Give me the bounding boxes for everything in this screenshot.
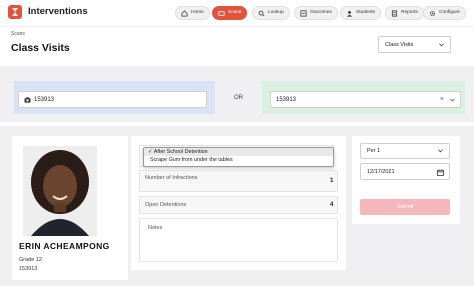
student-id-input[interactable]: 153913: [18, 91, 207, 108]
student-grade: Grade 12: [19, 257, 42, 263]
nav-lookup[interactable]: Lookup: [252, 6, 290, 20]
breadcrumb[interactable]: Scans: [11, 31, 25, 37]
date-input[interactable]: 12/17/2021: [360, 163, 450, 180]
app-logo-icon: [8, 5, 22, 19]
chevron-down-icon: [439, 42, 444, 46]
chevron-down-icon[interactable]: [450, 98, 455, 102]
nav-lookup-label: Lookup: [268, 10, 284, 15]
scan-icon: [218, 10, 225, 16]
home-icon: [181, 9, 188, 17]
nav-home[interactable]: Home: [175, 6, 210, 20]
page-title: Class Visits: [11, 42, 70, 54]
app-title: Interventions: [28, 6, 88, 17]
students-icon: [346, 10, 353, 17]
nav-reports-label: Reports: [401, 10, 418, 15]
calendar-icon[interactable]: [437, 169, 444, 176]
infractions-label: Number of Infractions: [145, 175, 198, 181]
student-select-value: 153913: [276, 96, 297, 103]
intervention-options-list[interactable]: ✓ After School Detention Scrape Gum from…: [143, 147, 334, 167]
nav-outcomes-label: Outcomes: [310, 10, 332, 15]
mode-select-value: Class Visits: [385, 41, 414, 48]
period-select[interactable]: Per 1: [360, 143, 450, 159]
intervention-option-label: Scrape Gum from under the tables: [150, 157, 233, 163]
date-value: 12/17/2021: [367, 168, 395, 175]
reports-icon: [391, 9, 398, 17]
gear-icon: [429, 10, 436, 16]
nav-configure[interactable]: Configure: [423, 6, 466, 20]
nav-scans-label: Scans: [228, 10, 242, 15]
open-detentions-value: 4: [330, 202, 334, 208]
infractions-field[interactable]: Number of Infractions: [139, 170, 338, 192]
infractions-value: 1: [330, 178, 334, 184]
student-select[interactable]: 153913 ×: [270, 91, 461, 108]
student-id: 153913: [19, 266, 38, 272]
or-divider-label: OR: [234, 95, 243, 101]
notes-textarea[interactable]: Notes: [139, 218, 338, 262]
student-photo-illustration: [23, 146, 97, 236]
student-name: ERIN ACHEAMPONG: [19, 241, 110, 251]
chevron-down-icon: [438, 149, 443, 153]
mode-select[interactable]: Class Visits: [378, 36, 451, 53]
submit-button[interactable]: Submit: [360, 199, 450, 215]
check-icon: ✓: [148, 149, 153, 155]
nav-outcomes[interactable]: Outcomes: [294, 6, 338, 20]
nav-reports[interactable]: Reports: [385, 6, 424, 20]
intervention-option-label: After School Detention: [153, 149, 208, 155]
intervention-option[interactable]: ✓ After School Detention: [144, 148, 333, 156]
nav-students[interactable]: Students: [340, 6, 381, 20]
notes-placeholder: Notes: [148, 225, 163, 231]
period-select-value: Per 1: [367, 148, 381, 154]
student-photo: [23, 146, 97, 236]
nav-scans[interactable]: Scans: [212, 6, 248, 20]
clear-icon[interactable]: ×: [440, 96, 444, 103]
nav-home-label: Home: [191, 10, 204, 15]
nav-students-label: Students: [356, 10, 375, 15]
open-detentions-label: Open Detentions: [145, 202, 187, 208]
intervention-option[interactable]: Scrape Gum from under the tables: [144, 156, 333, 164]
student-id-value: 153913: [34, 96, 55, 103]
search-icon: [258, 10, 265, 16]
outcomes-icon: [300, 9, 307, 17]
nav-configure-label: Configure: [439, 10, 460, 15]
open-detentions-field: Open Detentions: [139, 196, 338, 214]
camera-icon: [24, 96, 31, 103]
